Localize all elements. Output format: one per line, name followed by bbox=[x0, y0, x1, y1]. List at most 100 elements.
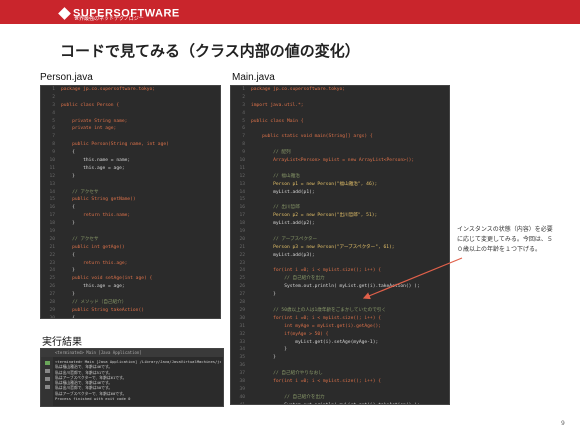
code-line[interactable]: 37 // 自己紹介やりなおし bbox=[231, 370, 449, 378]
code-line[interactable]: 7 bbox=[41, 133, 220, 141]
code-text: import java.util.*; bbox=[251, 102, 304, 108]
code-line[interactable]: 40 // 自己紹介を出力 bbox=[231, 394, 449, 402]
code-line[interactable]: 7 public static void main(String[] args)… bbox=[231, 133, 449, 141]
code-line[interactable]: 12 // 福山雅治 bbox=[231, 173, 449, 181]
code-line[interactable]: 13 bbox=[41, 181, 220, 189]
code-line[interactable]: 1 package jp.co.supersoftware.tokyo; bbox=[41, 86, 220, 94]
code-line[interactable]: 6 bbox=[231, 125, 449, 133]
rerun-icon[interactable] bbox=[44, 377, 50, 381]
code-line[interactable]: 29 public String takeAction() bbox=[41, 307, 220, 315]
line-number: 7 bbox=[242, 134, 245, 140]
code-line[interactable]: 16 // 出川哲郎 bbox=[231, 204, 449, 212]
page-number: 9 bbox=[561, 420, 565, 427]
code-line[interactable]: 17 return this.name; bbox=[41, 212, 220, 220]
code-line[interactable]: 5 private String name; bbox=[41, 118, 220, 126]
line-number: 2 bbox=[242, 94, 245, 100]
code-line[interactable]: 2 bbox=[41, 94, 220, 102]
person-java-label: Person.java bbox=[40, 72, 93, 83]
line-number: 20 bbox=[239, 236, 245, 242]
code-line[interactable]: 18 myList.add(p2); bbox=[231, 220, 449, 228]
line-number: 3 bbox=[242, 102, 245, 108]
code-line[interactable]: 34 } bbox=[231, 346, 449, 354]
code-line[interactable]: 38 for(int i =0; i < myList.size(); i++)… bbox=[231, 378, 449, 386]
code-line[interactable]: 16 { bbox=[41, 204, 220, 212]
code-line[interactable]: 27 } bbox=[41, 291, 220, 299]
code-line[interactable]: 21 public int getAge() bbox=[41, 244, 220, 252]
code-text: myList.add(p3); bbox=[251, 252, 315, 258]
code-text: } bbox=[251, 292, 276, 298]
code-text: // メソッド（自己紹介） bbox=[61, 300, 127, 306]
main-java-editor[interactable]: 1 package jp.co.supersoftware.tokyo; 2 3 imp… bbox=[230, 85, 450, 405]
code-line[interactable]: 25 public void setAge(int age) { bbox=[41, 275, 220, 283]
code-line[interactable]: 23 return this.age; bbox=[41, 260, 220, 268]
code-line[interactable]: 14 myList.add(p1); bbox=[231, 189, 449, 197]
console-toolbar bbox=[41, 357, 53, 406]
code-text: // アクセサ bbox=[61, 236, 99, 242]
person-java-editor[interactable]: 1 package jp.co.supersoftware.tokyo; 2 3 pub… bbox=[40, 85, 221, 319]
line-number: 5 bbox=[242, 118, 245, 124]
code-line[interactable]: 19 bbox=[41, 228, 220, 236]
code-line[interactable]: 29 // 50歳以上の人は1歳年齢をごまかしていたので引く bbox=[231, 307, 449, 315]
code-line[interactable]: 6 private int age; bbox=[41, 125, 220, 133]
settings-icon[interactable] bbox=[44, 385, 50, 389]
code-line[interactable]: 28 // メソッド（自己紹介） bbox=[41, 299, 220, 307]
code-line[interactable]: 8 bbox=[231, 141, 449, 149]
code-line[interactable]: 10 ArrayList<Person> myList = new ArrayL… bbox=[231, 157, 449, 165]
code-line[interactable]: 22 { bbox=[41, 252, 220, 260]
line-number: 11 bbox=[239, 165, 245, 171]
code-line[interactable]: 3 public class Person { bbox=[41, 102, 220, 110]
code-line[interactable]: 14 // アクセサ bbox=[41, 189, 220, 197]
code-line[interactable]: 5 public class Main { bbox=[231, 118, 449, 126]
code-line[interactable]: 9 // 配列 bbox=[231, 149, 449, 157]
code-line[interactable]: 30 { bbox=[41, 315, 220, 318]
code-line[interactable]: 32 if(myAge > 50) { bbox=[231, 331, 449, 339]
code-line[interactable]: 41 System.out.println( myList.get(i).tak… bbox=[231, 402, 449, 404]
code-line[interactable]: 20 // アクセサ bbox=[41, 236, 220, 244]
code-line[interactable]: 30 for(int i =0; i < myList.size(); i++)… bbox=[231, 315, 449, 323]
code-line[interactable]: 3 import java.util.*; bbox=[231, 102, 449, 110]
code-line[interactable]: 17 Person p2 = new Person("出川哲郎", 51); bbox=[231, 212, 449, 220]
code-text: public Person(String name, int age) bbox=[61, 142, 169, 148]
code-line[interactable]: 11 bbox=[231, 165, 449, 173]
line-number: 31 bbox=[239, 323, 245, 329]
line-number: 11 bbox=[49, 165, 55, 171]
code-line[interactable]: 35 } bbox=[231, 354, 449, 362]
stop-icon[interactable] bbox=[44, 369, 50, 373]
code-line[interactable]: 11 this.age = age; bbox=[41, 165, 220, 173]
code-line[interactable]: 26 this.age = age; bbox=[41, 283, 220, 291]
console-tab[interactable]: <terminated> Main [Java Application] bbox=[41, 349, 223, 357]
code-line[interactable]: 10 this.name = name; bbox=[41, 157, 220, 165]
code-text: public class Person { bbox=[61, 102, 120, 108]
code-line[interactable]: 19 bbox=[231, 228, 449, 236]
line-number: 1 bbox=[242, 87, 245, 92]
code-text: public int getAge() bbox=[61, 244, 125, 250]
code-line[interactable]: 1 package jp.co.supersoftware.tokyo; bbox=[231, 86, 449, 94]
code-line[interactable]: 24 } bbox=[41, 267, 220, 275]
code-line[interactable]: 9 { bbox=[41, 149, 220, 157]
run-icon[interactable] bbox=[44, 361, 50, 365]
line-number: 27 bbox=[239, 292, 245, 298]
line-number: 12 bbox=[49, 173, 55, 179]
code-line[interactable]: 31 int myAge = myList.get(i).getAge(); bbox=[231, 323, 449, 331]
code-line[interactable]: 33 myList.get(i).setAge(myAge-1); bbox=[231, 339, 449, 347]
code-text: // 出川哲郎 bbox=[251, 205, 300, 211]
line-number: 28 bbox=[239, 300, 245, 306]
code-line[interactable]: 13 Person p1 = new Person("福山雅治", 46); bbox=[231, 181, 449, 189]
code-line[interactable]: 21 Person p3 = new Person("アーブスペクター", 61… bbox=[231, 244, 449, 252]
code-text: { bbox=[61, 150, 75, 156]
code-line[interactable]: 2 bbox=[231, 94, 449, 102]
line-number: 1 bbox=[52, 87, 55, 92]
code-line[interactable]: 12 } bbox=[41, 173, 220, 181]
code-line[interactable]: 36 bbox=[231, 362, 449, 370]
code-line[interactable]: 15 bbox=[231, 196, 449, 204]
code-line[interactable]: 4 bbox=[231, 110, 449, 118]
line-number: 4 bbox=[52, 110, 55, 116]
code-text: return this.age; bbox=[61, 260, 128, 266]
code-line[interactable]: 18 } bbox=[41, 220, 220, 228]
code-line[interactable]: 8 public Person(String name, int age) bbox=[41, 141, 220, 149]
code-line[interactable]: 39 bbox=[231, 386, 449, 394]
run-console[interactable]: <terminated> Main [Java Application] <te… bbox=[40, 348, 224, 407]
code-line[interactable]: 15 public String getName() bbox=[41, 196, 220, 204]
code-line[interactable]: 4 bbox=[41, 110, 220, 118]
code-line[interactable]: 20 // アーブスペクター bbox=[231, 236, 449, 244]
